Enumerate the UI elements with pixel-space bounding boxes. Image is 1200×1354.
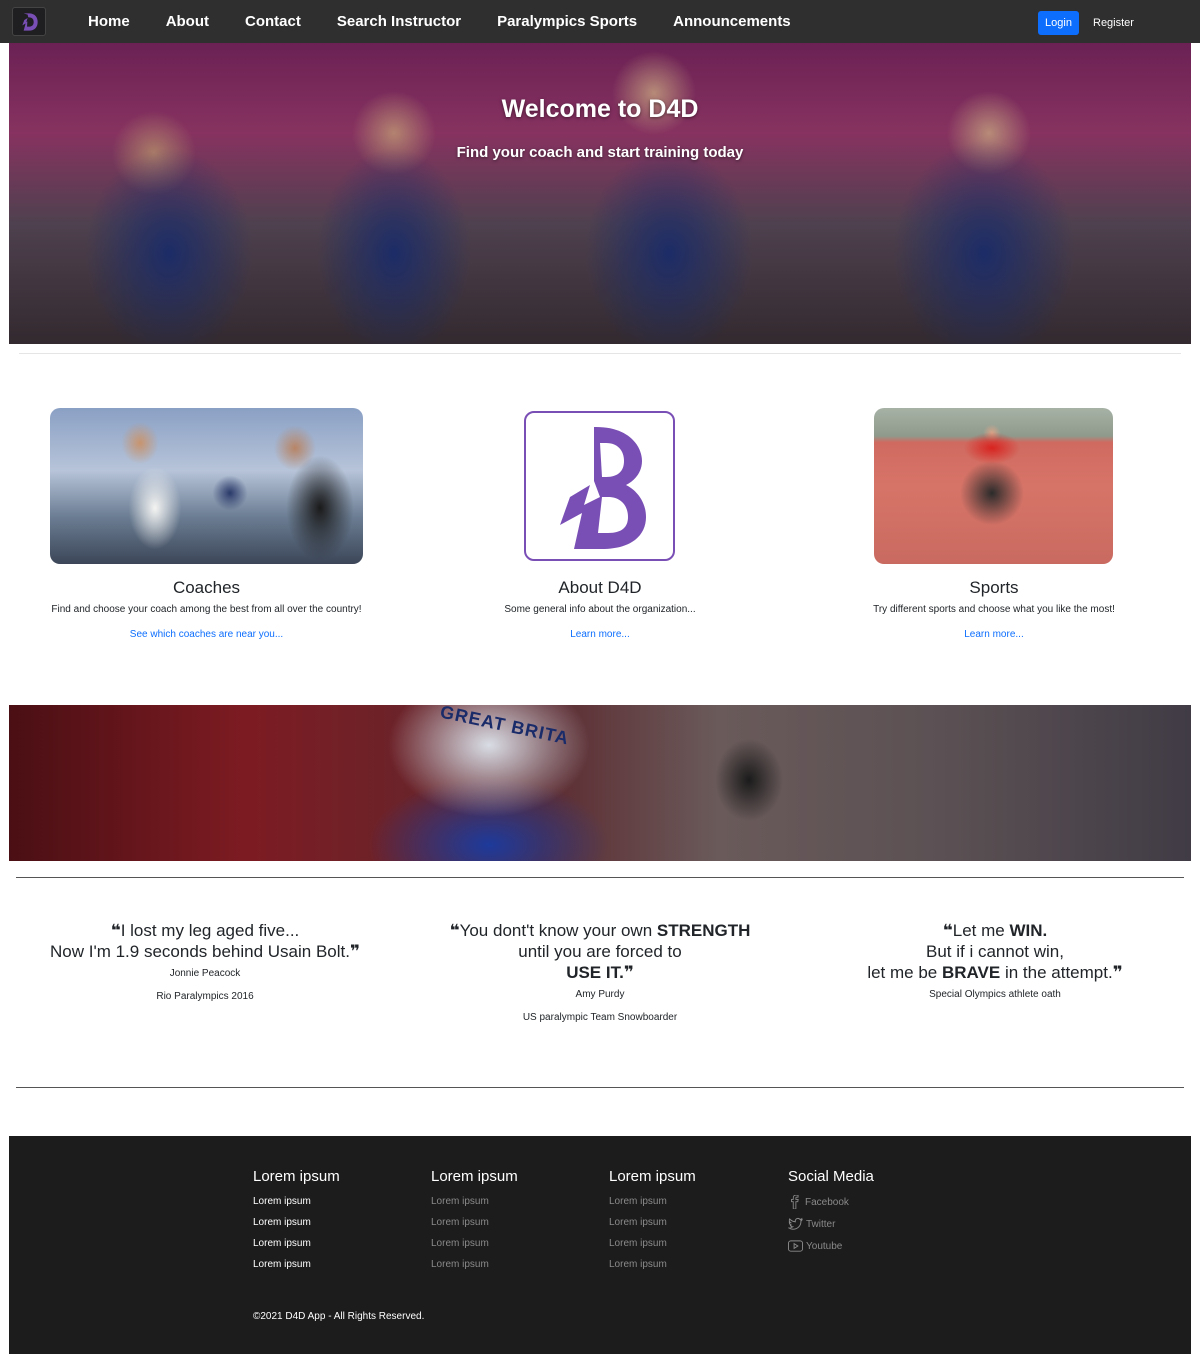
footer-link[interactable]: Lorem ipsum bbox=[431, 1233, 518, 1254]
footer-column-3: Lorem ipsum Lorem ipsum Lorem ipsum Lore… bbox=[609, 1168, 696, 1275]
quote-3: ❝Let me WIN. But if i cannot win, let me… bbox=[810, 920, 1180, 1000]
quote-1: ❝I lost my leg aged five... Now I'm 1.9 … bbox=[20, 920, 390, 1002]
about-link[interactable]: Learn more... bbox=[450, 629, 750, 640]
nav-search-instructor[interactable]: Search Instructor bbox=[319, 13, 479, 30]
hero-subtitle: Find your coach and start training today bbox=[456, 144, 744, 161]
footer-link[interactable]: Lorem ipsum bbox=[431, 1191, 518, 1212]
quote-open-icon: ❝ bbox=[942, 921, 953, 940]
footer-link[interactable]: Lorem ipsum bbox=[431, 1254, 518, 1275]
brand-logo[interactable] bbox=[12, 7, 46, 36]
footer-link[interactable]: Lorem ipsum bbox=[609, 1191, 696, 1212]
nav-paralympics-sports[interactable]: Paralympics Sports bbox=[479, 13, 655, 30]
quote-author: Special Olympics athlete oath bbox=[929, 989, 1061, 1000]
copyright-text: ©2021 D4D App - All Rights Reserved. bbox=[253, 1311, 425, 1322]
athlete-banner-image: GREAT BRITA bbox=[9, 705, 1191, 861]
footer-heading: Lorem ipsum bbox=[609, 1168, 696, 1185]
nav-links: Home About Contact Search Instructor Par… bbox=[70, 0, 809, 43]
footer-heading: Lorem ipsum bbox=[253, 1168, 340, 1185]
sports-text: Try different sports and choose what you… bbox=[873, 604, 1115, 615]
nav-home[interactable]: Home bbox=[70, 13, 148, 30]
footer-heading: Social Media bbox=[788, 1168, 874, 1185]
login-button[interactable]: Login bbox=[1038, 11, 1079, 35]
quote-close-icon: ❞ bbox=[623, 963, 634, 982]
social-facebook-link[interactable]: Facebook bbox=[788, 1191, 874, 1213]
coaches-text: Find and choose your coach among the bes… bbox=[51, 604, 362, 615]
quote-text: USE IT.❞ bbox=[566, 963, 634, 982]
sports-title: Sports bbox=[969, 578, 1019, 597]
footer-link[interactable]: Lorem ipsum bbox=[253, 1254, 340, 1275]
quote-detail: US paralympic Team Snowboarder bbox=[522, 1012, 678, 1023]
banner-jersey-text: GREAT BRITA bbox=[438, 705, 572, 749]
nav-about[interactable]: About bbox=[148, 13, 227, 30]
footer-heading: Lorem ipsum bbox=[431, 1168, 518, 1185]
footer-column-2: Lorem ipsum Lorem ipsum Lorem ipsum Lore… bbox=[431, 1168, 518, 1275]
hero-title: Welcome to D4D bbox=[501, 95, 699, 123]
footer-link[interactable]: Lorem ipsum bbox=[253, 1191, 340, 1212]
footer-link[interactable]: Lorem ipsum bbox=[253, 1233, 340, 1254]
nav-announcements[interactable]: Announcements bbox=[655, 13, 809, 30]
quote-detail: Rio Paralympics 2016 bbox=[156, 991, 254, 1002]
quote-author: Jonnie Peacock bbox=[169, 968, 241, 979]
nav-contact[interactable]: Contact bbox=[227, 13, 319, 30]
social-twitter-link[interactable]: Twitter bbox=[788, 1213, 874, 1235]
about-text: Some general info about the organization… bbox=[504, 604, 696, 615]
quote-text: Now I'm 1.9 seconds behind Usain Bolt.❞ bbox=[50, 942, 360, 961]
quote-text: let me be BRAVE in the attempt.❞ bbox=[867, 963, 1123, 982]
divider bbox=[16, 877, 1184, 878]
footer-link[interactable]: Lorem ipsum bbox=[609, 1212, 696, 1233]
facebook-icon bbox=[791, 1195, 799, 1209]
footer bbox=[9, 1136, 1191, 1354]
quote-text: until you are forced to bbox=[518, 942, 682, 961]
footer-social-column: Social Media Facebook Twitter Youtube bbox=[788, 1168, 874, 1257]
quote-text: ❝Let me WIN. bbox=[942, 921, 1048, 940]
sports-link[interactable]: Learn more... bbox=[844, 629, 1144, 640]
footer-link[interactable]: Lorem ipsum bbox=[431, 1212, 518, 1233]
coaches-image bbox=[50, 408, 363, 564]
social-youtube-link[interactable]: Youtube bbox=[788, 1235, 874, 1257]
coaches-link[interactable]: See which coaches are near you... bbox=[50, 629, 363, 640]
youtube-icon bbox=[788, 1240, 803, 1252]
quote-author: Amy Purdy bbox=[575, 989, 625, 1000]
quote-text: ❝I lost my leg aged five... bbox=[110, 921, 300, 940]
footer-link[interactable]: Lorem ipsum bbox=[253, 1212, 340, 1233]
twitter-icon bbox=[788, 1217, 803, 1230]
about-logo-image bbox=[524, 411, 675, 561]
quote-open-icon: ❝ bbox=[449, 921, 460, 940]
footer-link[interactable]: Lorem ipsum bbox=[609, 1254, 696, 1275]
quote-text: ❝You dont't know your own STRENGTH bbox=[449, 921, 751, 940]
quote-text: But if i cannot win, bbox=[926, 942, 1064, 961]
hero-banner: Welcome to D4D Find your coach and start… bbox=[9, 43, 1191, 344]
footer-link[interactable]: Lorem ipsum bbox=[609, 1233, 696, 1254]
quote-close-icon: ❞ bbox=[1112, 963, 1123, 982]
quote-2: ❝You dont't know your own STRENGTH until… bbox=[415, 920, 785, 1023]
register-link[interactable]: Register bbox=[1086, 11, 1141, 35]
divider bbox=[19, 353, 1181, 354]
quote-open-icon: ❝ bbox=[110, 921, 121, 940]
sports-image bbox=[874, 408, 1113, 564]
d4d-logo-icon bbox=[559, 427, 646, 549]
d4d-logo-icon bbox=[22, 12, 38, 31]
coaches-title: Coaches bbox=[172, 578, 241, 597]
footer-column-1: Lorem ipsum Lorem ipsum Lorem ipsum Lore… bbox=[253, 1168, 340, 1275]
divider bbox=[16, 1087, 1184, 1088]
about-title: About D4D bbox=[558, 578, 642, 597]
quote-close-icon: ❞ bbox=[349, 942, 360, 961]
top-navbar: Home About Contact Search Instructor Par… bbox=[0, 0, 1200, 43]
